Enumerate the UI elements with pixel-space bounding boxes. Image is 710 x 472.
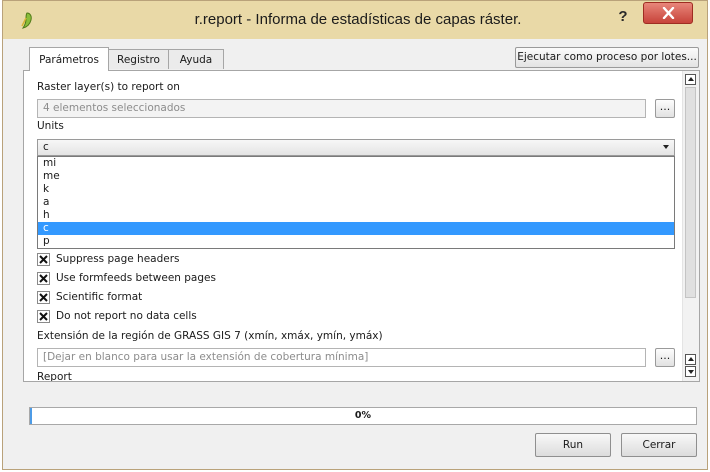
scroll-up-button-lower[interactable]	[685, 354, 696, 365]
scrollbar-thumb[interactable]	[685, 87, 696, 298]
title-bar[interactable]: r.report - Informa de estadísticas de ca…	[3, 1, 707, 39]
suppress-headers-label: Suppress page headers	[56, 253, 180, 265]
raster-layers-browse-button[interactable]: ...	[655, 99, 675, 118]
region-extent-button[interactable]: ...	[655, 348, 675, 367]
units-selected-value: c	[43, 141, 49, 153]
raster-layers-field[interactable]: 4 elementos seleccionados	[37, 99, 646, 118]
units-option-c[interactable]: c	[38, 222, 674, 235]
raster-layers-label: Raster layer(s) to report on	[37, 81, 180, 93]
vertical-scrollbar[interactable]	[682, 71, 699, 381]
region-extent-input[interactable]: [Dejar en blanco para usar la extensión …	[37, 348, 646, 367]
formfeeds-label: Use formfeeds between pages	[56, 272, 216, 284]
arrow-up-icon	[688, 77, 694, 81]
report-label: Report	[37, 371, 72, 382]
checkbox-checked-icon	[37, 253, 50, 266]
scroll-down-button[interactable]	[685, 366, 696, 377]
arrow-down-icon	[688, 370, 694, 374]
tab-parametros[interactable]: Parámetros	[29, 47, 109, 71]
units-option-h[interactable]: h	[38, 209, 674, 222]
close-button[interactable]	[643, 2, 693, 24]
units-label: Units	[37, 120, 64, 132]
checkbox-checked-icon	[37, 291, 50, 304]
progress-bar: 0%	[29, 407, 697, 425]
chevron-down-icon	[663, 145, 669, 149]
run-button[interactable]: Run	[535, 433, 611, 457]
units-option-p[interactable]: p	[38, 235, 674, 248]
parameters-panel: Raster layer(s) to report on 4 elementos…	[23, 70, 700, 382]
checkbox-checked-icon	[37, 272, 50, 285]
units-select[interactable]: c	[37, 139, 675, 156]
units-option-mi[interactable]: mi	[38, 157, 674, 170]
region-extent-label: Extensión de la región de GRASS GIS 7 (x…	[37, 330, 383, 342]
units-option-me[interactable]: me	[38, 170, 674, 183]
close-dialog-button[interactable]: Cerrar	[621, 433, 697, 457]
scientific-format-label: Scientific format	[56, 291, 143, 303]
dialog-window: r.report - Informa de estadísticas de ca…	[2, 0, 708, 470]
batch-process-button[interactable]: Ejecutar como proceso por lotes...	[515, 47, 699, 68]
units-dropdown-list[interactable]: mi me k a h c p	[37, 156, 675, 249]
progress-text: 0%	[354, 410, 372, 421]
arrow-up-icon	[688, 357, 694, 361]
window-title: r.report - Informa de estadísticas de ca…	[194, 11, 522, 28]
tab-registro[interactable]: Registro	[108, 49, 169, 69]
no-data-cells-label: Do not report no data cells	[56, 310, 197, 322]
checkbox-checked-icon	[37, 310, 50, 323]
units-option-a[interactable]: a	[38, 196, 674, 209]
qgis-icon	[17, 10, 37, 30]
units-option-k[interactable]: k	[38, 183, 674, 196]
help-button[interactable]: ?	[609, 4, 637, 30]
tab-ayuda[interactable]: Ayuda	[168, 49, 224, 69]
scroll-up-button[interactable]	[685, 74, 696, 85]
close-x-icon	[662, 7, 675, 19]
